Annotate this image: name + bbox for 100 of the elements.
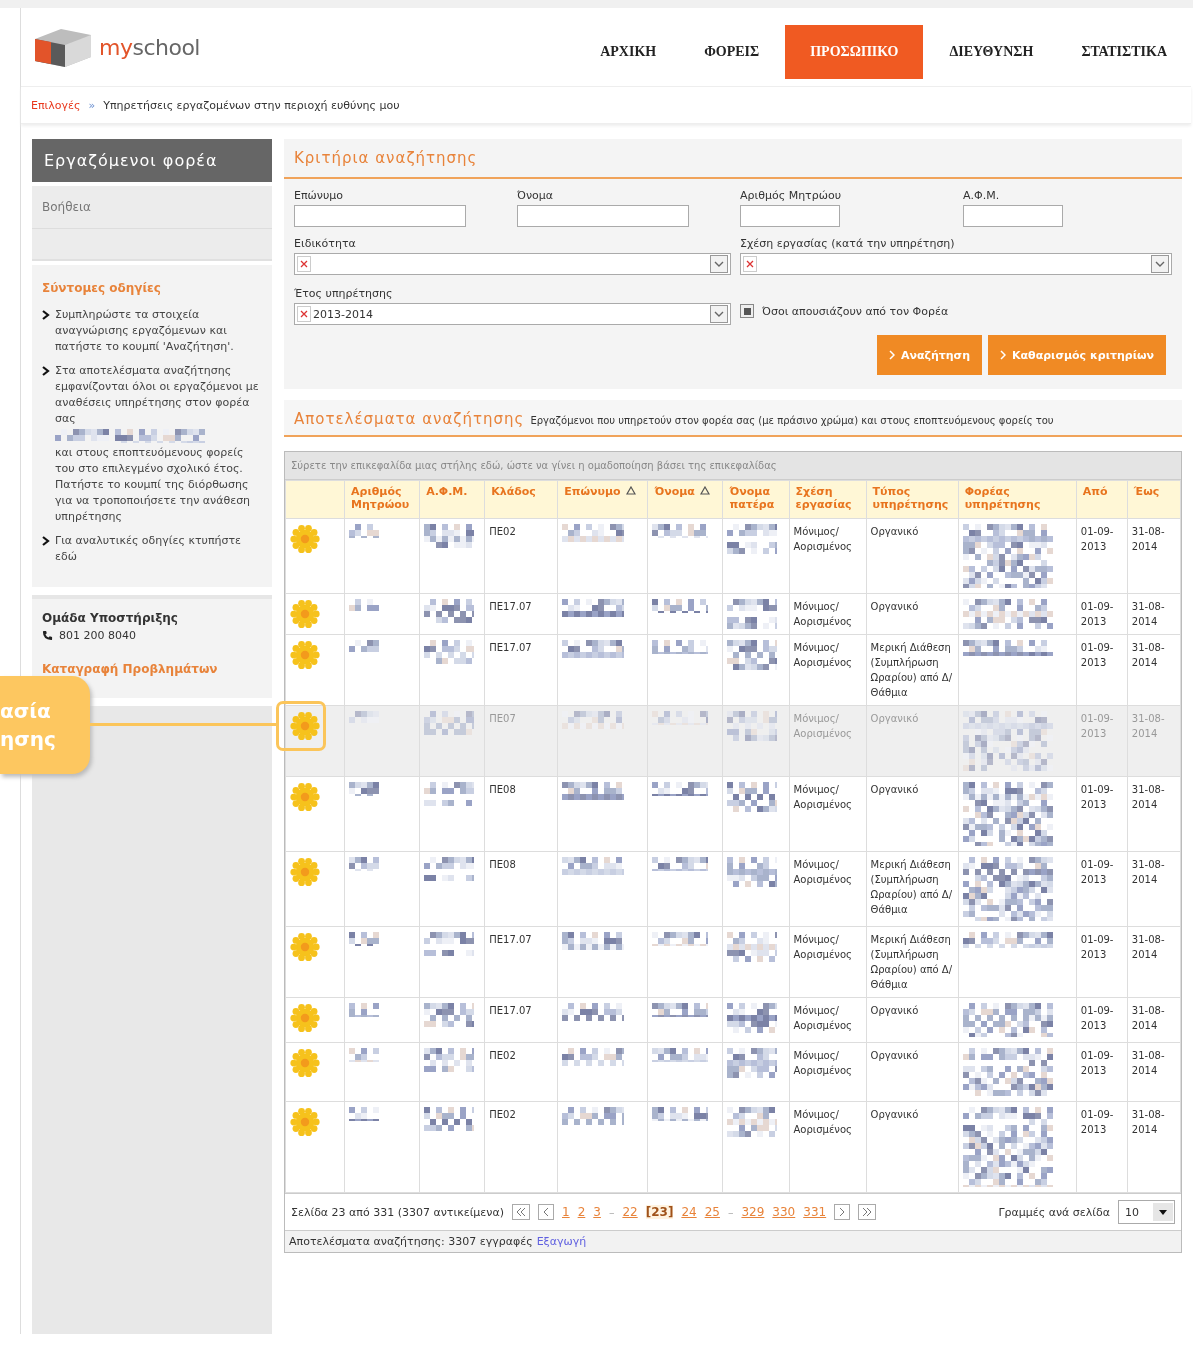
table-cell-text: 31-08-2014 <box>1131 1049 1166 1078</box>
nav-tab[interactable]: ΣΤΑΤΙΣΤΙΚΑ <box>1057 25 1191 79</box>
section-title: Κριτήρια αναζήτησης <box>284 139 1182 179</box>
checkbox-label: Όσοι απουσιάζουν από τον Φορέα <box>762 304 949 318</box>
support-title: Ομάδα Υποστήριξης <box>42 611 179 625</box>
report-problems-link[interactable]: Καταγραφή Προβλημάτων <box>42 662 262 676</box>
table-cell: ΠΕ08 <box>489 784 516 795</box>
breadcrumb-separator: » <box>88 98 96 112</box>
table-cell: ΠΕ17.07 <box>489 601 532 612</box>
page-link[interactable]: 22 <box>622 1205 638 1219</box>
table-cell-text: Μόνιμος/Αορισμένος <box>793 783 853 812</box>
table-cell-text: Μόνιμος/Αορισμένος <box>793 525 853 554</box>
table-cell-text: Μόνιμος/Αορισμένος <box>793 1049 853 1078</box>
table-cell: Οργανικό <box>870 1005 919 1016</box>
page-link[interactable]: 331 <box>803 1205 827 1219</box>
table-cell: Μερική Διάθεση (Συμπλήρωση Ωραρίου) από Δ/Θάθμια <box>870 859 952 915</box>
action-button[interactable]: Αναζήτηση <box>876 335 983 375</box>
table-cell: Οργανικό <box>870 1109 919 1120</box>
table-cell-text: Μόνιμος/Αορισμένος <box>793 933 853 962</box>
nav-tab[interactable]: ΑΡΧΙΚΗ <box>576 25 681 79</box>
group-hint: Σύρετε την επικεφαλίδα μιας στήλης εδώ, ώστε να γίνει η ομαδοποίηση βάσει της επικεφαλίδας <box>285 452 1181 480</box>
table-cell: Μερική Διάθεση (Συμπλήρωση Ωραρίου) από Δ/Θάθμια <box>870 642 952 698</box>
page-gap: – <box>608 1205 615 1219</box>
page-link[interactable]: 3 <box>593 1205 601 1219</box>
page-link[interactable]: 25 <box>704 1205 720 1219</box>
page-link[interactable]: 1 <box>562 1205 570 1219</box>
table-cell-text: 31-08-2014 <box>1131 712 1166 741</box>
instruction-text: και στους εποπτευόμενους φορείς του στο επιλεγμένο σχολικό έτος. Πατήστε το κουμπί της διόρθωσης για να τροποποιήσετε την ανάθεση υπηρέτησης <box>55 445 252 525</box>
table-row[interactable]: ΠΕ02 Μόνιμος/Αορισμένος Οργανικό 01-09-2013 31-08-2014 <box>285 1042 1181 1102</box>
column-header[interactable]: Επώνυμο <box>557 480 648 519</box>
table-cell: ΠΕ07 <box>489 713 516 724</box>
export-link[interactable]: Εξαγωγή <box>536 1235 587 1248</box>
table-row[interactable]: ΠΕ17.07 Μόνιμος/Αορισμένος Οργανικό 01-09-2013 31-08-2014 <box>285 593 1181 635</box>
column-header[interactable]: Από <box>1076 480 1128 519</box>
table-cell-text: 01-09-2013 <box>1080 525 1115 554</box>
breadcrumb-link[interactable]: Επιλογές <box>31 98 81 112</box>
column-header[interactable]: Φορέας υπηρέτησης <box>958 480 1077 519</box>
table-cell: Οργανικό <box>870 784 919 795</box>
page-link[interactable]: [23] <box>645 1205 674 1219</box>
field-label: Αριθμός Μητρώου <box>740 189 842 202</box>
table-cell-text: 01-09-2013 <box>1080 858 1115 887</box>
table-cell: ΠΕ17.07 <box>489 642 532 653</box>
table-cell-text: Μόνιμος/Αορισμένος <box>793 858 853 887</box>
sidebar-item[interactable]: Βοήθεια <box>32 186 272 229</box>
column-header[interactable]: Όνομα πατέρα <box>722 480 789 519</box>
table-row[interactable]: ΠΕ17.07 Μόνιμος/Αορισμένος Μερική Διάθεση (Συμπλήρωση Ωραρίου) από Δ/Θάθμια 01-09-2013 31-08-2014 <box>285 634 1181 706</box>
table-row[interactable]: ΠΕ17.07 Μόνιμος/Αορισμένος Οργανικό 01-09-2013 31-08-2014 <box>285 997 1181 1043</box>
column-header[interactable]: Αριθμός Μητρώου <box>344 480 420 519</box>
table-cell-text: Μόνιμος/Αορισμένος <box>793 641 853 670</box>
page-gap: – <box>727 1205 734 1219</box>
nav-tab[interactable]: ΦΟΡΕΙΣ <box>680 25 784 79</box>
column-header[interactable]: Κλάδος <box>484 480 558 519</box>
section-title: Αποτελέσματα αναζήτησης <box>294 410 525 428</box>
nav-tab[interactable]: ΔΙΕΥΘΥΝΣΗ <box>925 25 1058 79</box>
table-cell-text: 01-09-2013 <box>1080 933 1115 962</box>
page-link[interactable]: 330 <box>772 1205 796 1219</box>
field-label: Α.Φ.Μ. <box>963 189 1001 202</box>
section-description: Εργαζόμενοι που υπηρετούν στον φορέα σας (με πράσινο χρώμα) και στους εποπτευόμενους φορείς του <box>530 415 1054 426</box>
table-cell: ΠΕ02 <box>489 526 516 537</box>
instruction-text: Στα αποτελέσματα αναζήτησης εμφανίζονται όλοι οι εργαζόμενοι με αναθέσεις υπηρέτησης στον φορέα σας <box>55 363 260 427</box>
table-cell-text: Μόνιμος/Αορισμένος <box>793 712 853 741</box>
page-link[interactable]: 329 <box>741 1205 765 1219</box>
table-cell-text: 31-08-2014 <box>1131 641 1166 670</box>
table-cell: Οργανικό <box>870 1050 919 1061</box>
field-label: Επώνυμο <box>294 189 345 202</box>
table-cell-text: 31-08-2014 <box>1131 1004 1166 1033</box>
column-header[interactable]: Όνομα <box>647 480 723 519</box>
table-row[interactable]: ΠΕ02 Μόνιμος/Αορισμένος Οργανικό 01-09-2013 31-08-2014 <box>285 518 1181 594</box>
results-count: Αποτελέσματα αναζήτησης: 3307 εγγραφές <box>289 1235 533 1248</box>
field-label: Ειδικότητα <box>294 237 357 250</box>
table-cell: ΠΕ08 <box>489 859 516 870</box>
page-summary: Σελίδα 23 από 331 (3307 αντικείμενα) <box>291 1205 504 1219</box>
table-row[interactable]: ΠΕ08 Μόνιμος/Αορισμένος Οργανικό 01-09-2013 31-08-2014 <box>285 776 1181 852</box>
page-link[interactable]: 24 <box>681 1205 697 1219</box>
nav-tab[interactable]: ΠΡΟΣΩΠΙΚΟ <box>785 25 924 79</box>
rows-per-page-select[interactable]: 10 <box>1118 1200 1175 1224</box>
table-cell: ΠΕ17.07 <box>489 934 532 945</box>
table-row[interactable]: ΠΕ02 Μόνιμος/Αορισμένος Οργανικό 01-09-2013 31-08-2014 <box>285 1101 1181 1193</box>
table-cell-text: 01-09-2013 <box>1080 1049 1115 1078</box>
page-link[interactable]: 2 <box>577 1205 586 1219</box>
table-row[interactable]: ΠΕ17.07 Μόνιμος/Αορισμένος Μερική Διάθεση (Συμπλήρωση Ωραρίου) από Δ/Θάθμια 01-09-2013 31-08-2014 <box>285 926 1181 998</box>
table-cell-text: 01-09-2013 <box>1080 1004 1115 1033</box>
instruction-text: Συμπληρώστε τα στοιχεία αναγνώρισης εργαζόμενων και πατήστε το κουμπί 'Αναζήτηση'. <box>55 307 235 355</box>
table-cell-text: Μόνιμος/Αορισμένος <box>793 1108 853 1137</box>
table-cell-text: 01-09-2013 <box>1080 641 1115 670</box>
column-header[interactable]: Α.Φ.Μ. <box>419 480 485 519</box>
logo-text: myschool <box>99 34 200 60</box>
column-header[interactable]: Τύπος υπηρέτησης <box>866 480 959 519</box>
phone-number: 801 200 8040 <box>59 629 136 642</box>
table-cell: Μερική Διάθεση (Συμπλήρωση Ωραρίου) από Δ/Θάθμια <box>870 934 952 990</box>
table-cell-text: Μόνιμος/Αορισμένος <box>793 600 853 629</box>
table-cell: ΠΕ02 <box>489 1109 516 1120</box>
breadcrumb-current: Υπηρετήσεις εργαζομένων στην περιοχή ευθύνης μου <box>103 98 400 112</box>
column-header[interactable]: Έως <box>1127 480 1181 519</box>
table-cell: Οργανικό <box>870 601 919 612</box>
table-cell-text: Μόνιμος/Αορισμένος <box>793 1004 853 1033</box>
column-header[interactable]: Σχέση εργασίας <box>789 480 867 519</box>
action-button[interactable]: Καθαρισμός κριτηρίων <box>988 335 1166 375</box>
table-row[interactable]: ΠΕ08 Μόνιμος/Αορισμένος Μερική Διάθεση (Συμπλήρωση Ωραρίου) από Δ/Θάθμια 01-09-2013 31-08-2014 <box>285 851 1181 927</box>
select-field[interactable]: 2013-2014 <box>294 303 731 325</box>
